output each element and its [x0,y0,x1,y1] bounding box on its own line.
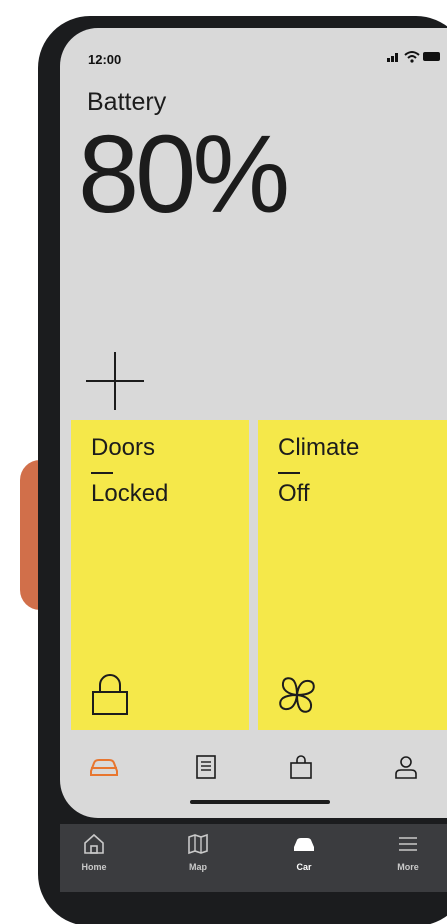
nav-car-label: Car [296,862,312,872]
fan-icon [279,677,315,713]
doors-status: Locked [91,480,169,507]
nav-more[interactable]: More [378,832,438,886]
climate-status: Off [278,480,310,507]
document-icon[interactable] [190,754,222,780]
nav-more-label: More [397,862,419,872]
signal-icon [387,53,398,62]
nav-car[interactable]: Car [274,832,334,886]
nav-map[interactable]: Map [168,832,228,886]
status-time: 12:00 [88,52,122,67]
menu-icon [399,837,417,851]
doors-title: Doors [91,434,156,461]
battery-icon [423,52,440,61]
bottom-navigation: Home Map Car More [60,824,447,892]
car-icon[interactable] [88,754,120,780]
battery-percentage: 80% [78,113,290,236]
climate-tile[interactable]: Climate Off [258,420,447,730]
phone-screen: 12:00 Battery 80% Doors Locked Climate O… [60,28,447,818]
nav-map-label: Map [189,862,207,872]
car-icon [294,838,314,851]
status-icons [387,51,440,63]
app-scene: 12:00 Battery 80% Doors Locked Climate O… [0,0,447,924]
car-section-tabs [60,746,447,786]
shopping-bag-icon[interactable] [285,754,317,780]
home-indicator [190,800,330,804]
climate-title: Climate [278,434,360,461]
lock-icon [92,674,128,715]
map-icon [188,833,208,855]
doors-tile[interactable]: Doors Locked [71,420,249,730]
nav-home-label: Home [81,862,107,872]
home-icon [84,833,104,854]
nav-home[interactable]: Home [64,832,124,886]
plus-icon[interactable] [82,348,148,414]
user-icon[interactable] [390,754,422,780]
doors-divider [91,472,113,474]
climate-divider [278,472,300,474]
wifi-icon [404,51,420,63]
